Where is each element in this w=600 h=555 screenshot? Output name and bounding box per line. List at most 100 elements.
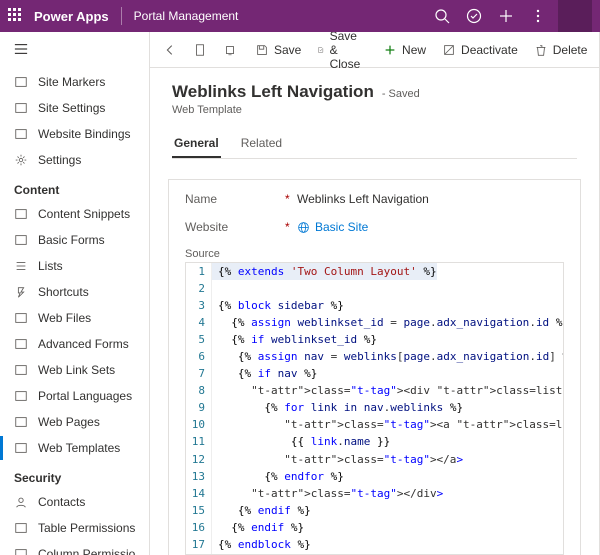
code-line: 15 {% endif %} [186, 502, 563, 519]
nav-icon [14, 153, 28, 167]
nav-item[interactable]: Web Pages [0, 409, 149, 435]
code-line: 11 {{ link.name }} [186, 433, 563, 450]
nav-label: Advanced Forms [38, 337, 129, 351]
code-line: 13 {% endfor %} [186, 468, 563, 485]
saved-indicator: - Saved [382, 88, 420, 100]
code-line: 8 "t-attr">class="t-tag"><div "t-attr">c… [186, 382, 563, 399]
nav-icon [14, 337, 28, 351]
nav-item[interactable]: Column Permissio... [0, 541, 149, 555]
nav-icon [14, 311, 28, 325]
delete-button[interactable]: Delete [527, 36, 595, 64]
refresh-button[interactable]: Refresh [596, 36, 600, 64]
site-nav: Site Markers Site Settings Website Binding… [0, 32, 150, 555]
nav-label: Table Permissions [38, 521, 135, 535]
nav-icon [14, 495, 28, 509]
code-line: 6 {% assign nav = weblinks[page.adx_navi… [186, 348, 563, 365]
divider [121, 7, 122, 25]
nav-item[interactable]: Basic Forms [0, 227, 149, 253]
profile-button[interactable] [558, 0, 592, 32]
nav-label: Column Permissio... [38, 547, 145, 555]
nav-item[interactable]: Table Permissions [0, 515, 149, 541]
code-line: 12 "t-attr">class="t-tag"></a> [186, 451, 563, 468]
command-bar: Save Save & Close New Deactivate Delete … [150, 32, 599, 68]
nav-item[interactable]: Settings [0, 147, 149, 173]
tab-related[interactable]: Related [239, 130, 284, 158]
nav-icon [14, 363, 28, 377]
open-new-button[interactable] [216, 36, 244, 64]
nav-label: Website Bindings [38, 127, 131, 141]
field-name: Name * Weblinks Left Navigation [185, 192, 564, 206]
required-icon: * [285, 192, 297, 206]
lookup-value[interactable]: Basic Site [297, 220, 368, 234]
nav-item[interactable]: Web Link Sets [0, 357, 149, 383]
code-line: 3{% block sidebar %} [186, 297, 563, 314]
add-icon[interactable] [490, 0, 522, 32]
page-title: Weblinks Left Navigation [172, 82, 374, 102]
nav-label: Web Templates [38, 441, 120, 455]
entity-subtitle: Web Template [172, 104, 577, 116]
nav-label: Site Settings [38, 101, 105, 115]
clipboard-button[interactable] [186, 36, 214, 64]
new-button[interactable]: New [376, 36, 433, 64]
required-icon: * [285, 220, 297, 234]
deactivate-button[interactable]: Deactivate [435, 36, 525, 64]
nav-label: Site Markers [38, 75, 105, 89]
main-pane: Save Save & Close New Deactivate Delete … [150, 32, 600, 555]
nav-collapse-button[interactable] [0, 32, 149, 69]
save-close-button[interactable]: Save & Close [310, 36, 374, 64]
form-tabs: General Related [172, 130, 577, 159]
more-vertical-icon[interactable] [522, 0, 554, 32]
app-launcher-icon[interactable] [8, 8, 24, 24]
task-icon[interactable] [458, 0, 490, 32]
nav-group: Content [0, 173, 149, 201]
nav-item[interactable]: Web Files [0, 305, 149, 331]
nav-icon [14, 207, 28, 221]
code-line: 14 "t-attr">class="t-tag"></div> [186, 485, 563, 502]
source-label: Source [185, 248, 564, 260]
nav-icon [14, 75, 28, 89]
source-editor[interactable]: 1{% extends 'Two Column Layout' %}23{% b… [185, 262, 564, 555]
nav-item[interactable]: Site Settings [0, 95, 149, 121]
back-button[interactable] [156, 36, 184, 64]
nav-item[interactable]: Content Snippets [0, 201, 149, 227]
code-line: 10 "t-attr">class="t-tag"><a "t-attr">cl… [186, 416, 563, 433]
nav-icon [14, 101, 28, 115]
nav-icon [14, 547, 28, 555]
search-icon[interactable] [426, 0, 458, 32]
field-value[interactable]: Weblinks Left Navigation [297, 192, 429, 206]
nav-label: Settings [38, 153, 81, 167]
nav-item[interactable]: Shortcuts [0, 279, 149, 305]
nav-icon [14, 389, 28, 403]
tab-general[interactable]: General [172, 130, 221, 158]
nav-label: Lists [38, 259, 63, 273]
code-line: 5 {% if weblinkset_id %} [186, 331, 563, 348]
nav-item[interactable]: Site Markers [0, 69, 149, 95]
nav-group: Security [0, 461, 149, 489]
form-body: Name * Weblinks Left Navigation Website … [168, 179, 581, 555]
code-line: 16 {% endif %} [186, 519, 563, 536]
nav-icon [14, 259, 28, 273]
globe-icon [297, 221, 310, 234]
nav-item[interactable]: Web Templates [0, 435, 149, 461]
nav-item[interactable]: Website Bindings [0, 121, 149, 147]
nav-label: Web Link Sets [38, 363, 115, 377]
nav-item[interactable]: Portal Languages [0, 383, 149, 409]
nav-icon [14, 441, 28, 455]
nav-item[interactable]: Contacts [0, 489, 149, 515]
global-header: Power Apps Portal Management [0, 0, 600, 32]
save-button[interactable]: Save [248, 36, 308, 64]
nav-icon [14, 285, 28, 299]
field-website: Website * Basic Site [185, 220, 564, 234]
nav-item[interactable]: Lists [0, 253, 149, 279]
nav-label: Shortcuts [38, 285, 89, 299]
code-line: 2 [186, 280, 563, 297]
nav-icon [14, 521, 28, 535]
record-header: Weblinks Left Navigation - Saved Web Tem… [150, 68, 599, 167]
field-label: Name [185, 192, 285, 206]
brand-label: Power Apps [34, 9, 109, 24]
nav-icon [14, 233, 28, 247]
code-line: 7 {% if nav %} [186, 365, 563, 382]
nav-item[interactable]: Advanced Forms [0, 331, 149, 357]
code-line: 4 {% assign weblinkset_id = page.adx_nav… [186, 314, 563, 331]
nav-icon [14, 415, 28, 429]
